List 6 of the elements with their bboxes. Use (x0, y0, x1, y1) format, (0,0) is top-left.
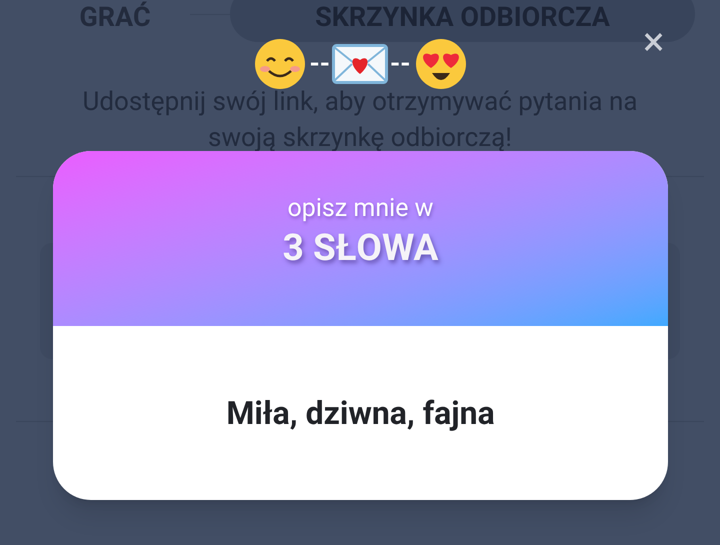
dash-separator: -- (390, 51, 410, 77)
dash-separator: -- (310, 51, 330, 77)
prompt-text: opisz mnie w (288, 193, 434, 225)
envelope-heart-icon (332, 44, 388, 84)
answer-text: Miła, dziwna, fajna (226, 393, 495, 434)
topic-title: 3 SŁOWA (282, 226, 438, 272)
